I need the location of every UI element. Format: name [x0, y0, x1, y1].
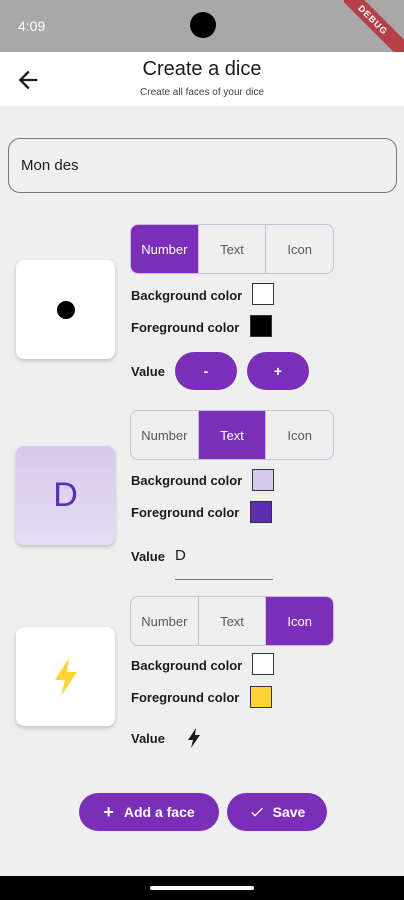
tab-icon[interactable]: Icon — [266, 225, 333, 273]
save-button[interactable]: Save — [227, 793, 327, 831]
pip-dot — [56, 300, 75, 319]
tab-icon[interactable]: Icon — [266, 411, 333, 459]
background-color-swatch[interactable] — [252, 653, 274, 675]
tab-icon[interactable]: Icon — [266, 597, 333, 645]
face-type-selector-1: Number Text Icon — [130, 224, 334, 274]
lightning-bolt-icon — [54, 657, 77, 696]
value-label: Value — [131, 549, 165, 564]
face-type-selector-3: Number Text Icon — [130, 596, 334, 646]
tab-number[interactable]: Number — [131, 411, 199, 459]
lightning-bolt-icon — [188, 728, 200, 748]
debug-label: DEBUG — [344, 0, 404, 60]
foreground-color-swatch[interactable] — [250, 315, 272, 337]
background-color-label: Background color — [131, 658, 243, 673]
save-label: Save — [272, 804, 306, 820]
decrement-button[interactable]: - — [175, 352, 237, 390]
app-bar: Create a dice Create all faces of your d… — [0, 52, 404, 106]
foreground-color-label: Foreground color — [131, 505, 240, 520]
check-icon — [250, 807, 263, 817]
page-title: Create a dice — [142, 58, 262, 80]
home-indicator[interactable] — [150, 886, 254, 890]
plus-icon: + — [103, 801, 114, 822]
foreground-color-label: Foreground color — [131, 320, 240, 335]
face-preview-1 — [16, 260, 115, 359]
background-color-label: Background color — [131, 473, 243, 488]
face-text-value: D — [175, 547, 186, 564]
background-color-label: Background color — [131, 288, 243, 303]
foreground-color-swatch[interactable] — [250, 501, 272, 523]
foreground-color-swatch[interactable] — [250, 686, 272, 708]
tab-number[interactable]: Number — [131, 597, 199, 645]
face-text: D — [53, 476, 78, 514]
foreground-color-label: Foreground color — [131, 690, 240, 705]
face-preview-3 — [16, 627, 115, 726]
icon-picker[interactable] — [186, 727, 202, 749]
value-label: Value — [131, 364, 165, 379]
tab-text[interactable]: Text — [198, 411, 267, 459]
page-subtitle: Create all faces of your dice — [140, 87, 264, 98]
tab-number[interactable]: Number — [131, 225, 199, 273]
face-text-input[interactable]: D — [175, 545, 273, 580]
background-color-swatch[interactable] — [252, 283, 274, 305]
tab-text[interactable]: Text — [199, 597, 267, 645]
face-preview-2: D — [16, 446, 115, 545]
debug-banner: DEBUG — [344, 0, 404, 60]
status-time: 4:09 — [18, 18, 46, 34]
face-type-selector-2: Number Text Icon — [130, 410, 334, 460]
value-label: Value — [131, 731, 165, 746]
background-color-swatch[interactable] — [252, 469, 274, 491]
dice-name-input[interactable] — [8, 138, 397, 193]
add-face-button[interactable]: + Add a face — [79, 793, 219, 831]
camera-cutout — [190, 12, 216, 38]
increment-button[interactable]: + — [247, 352, 309, 390]
tab-text[interactable]: Text — [199, 225, 267, 273]
add-face-label: Add a face — [123, 804, 195, 820]
